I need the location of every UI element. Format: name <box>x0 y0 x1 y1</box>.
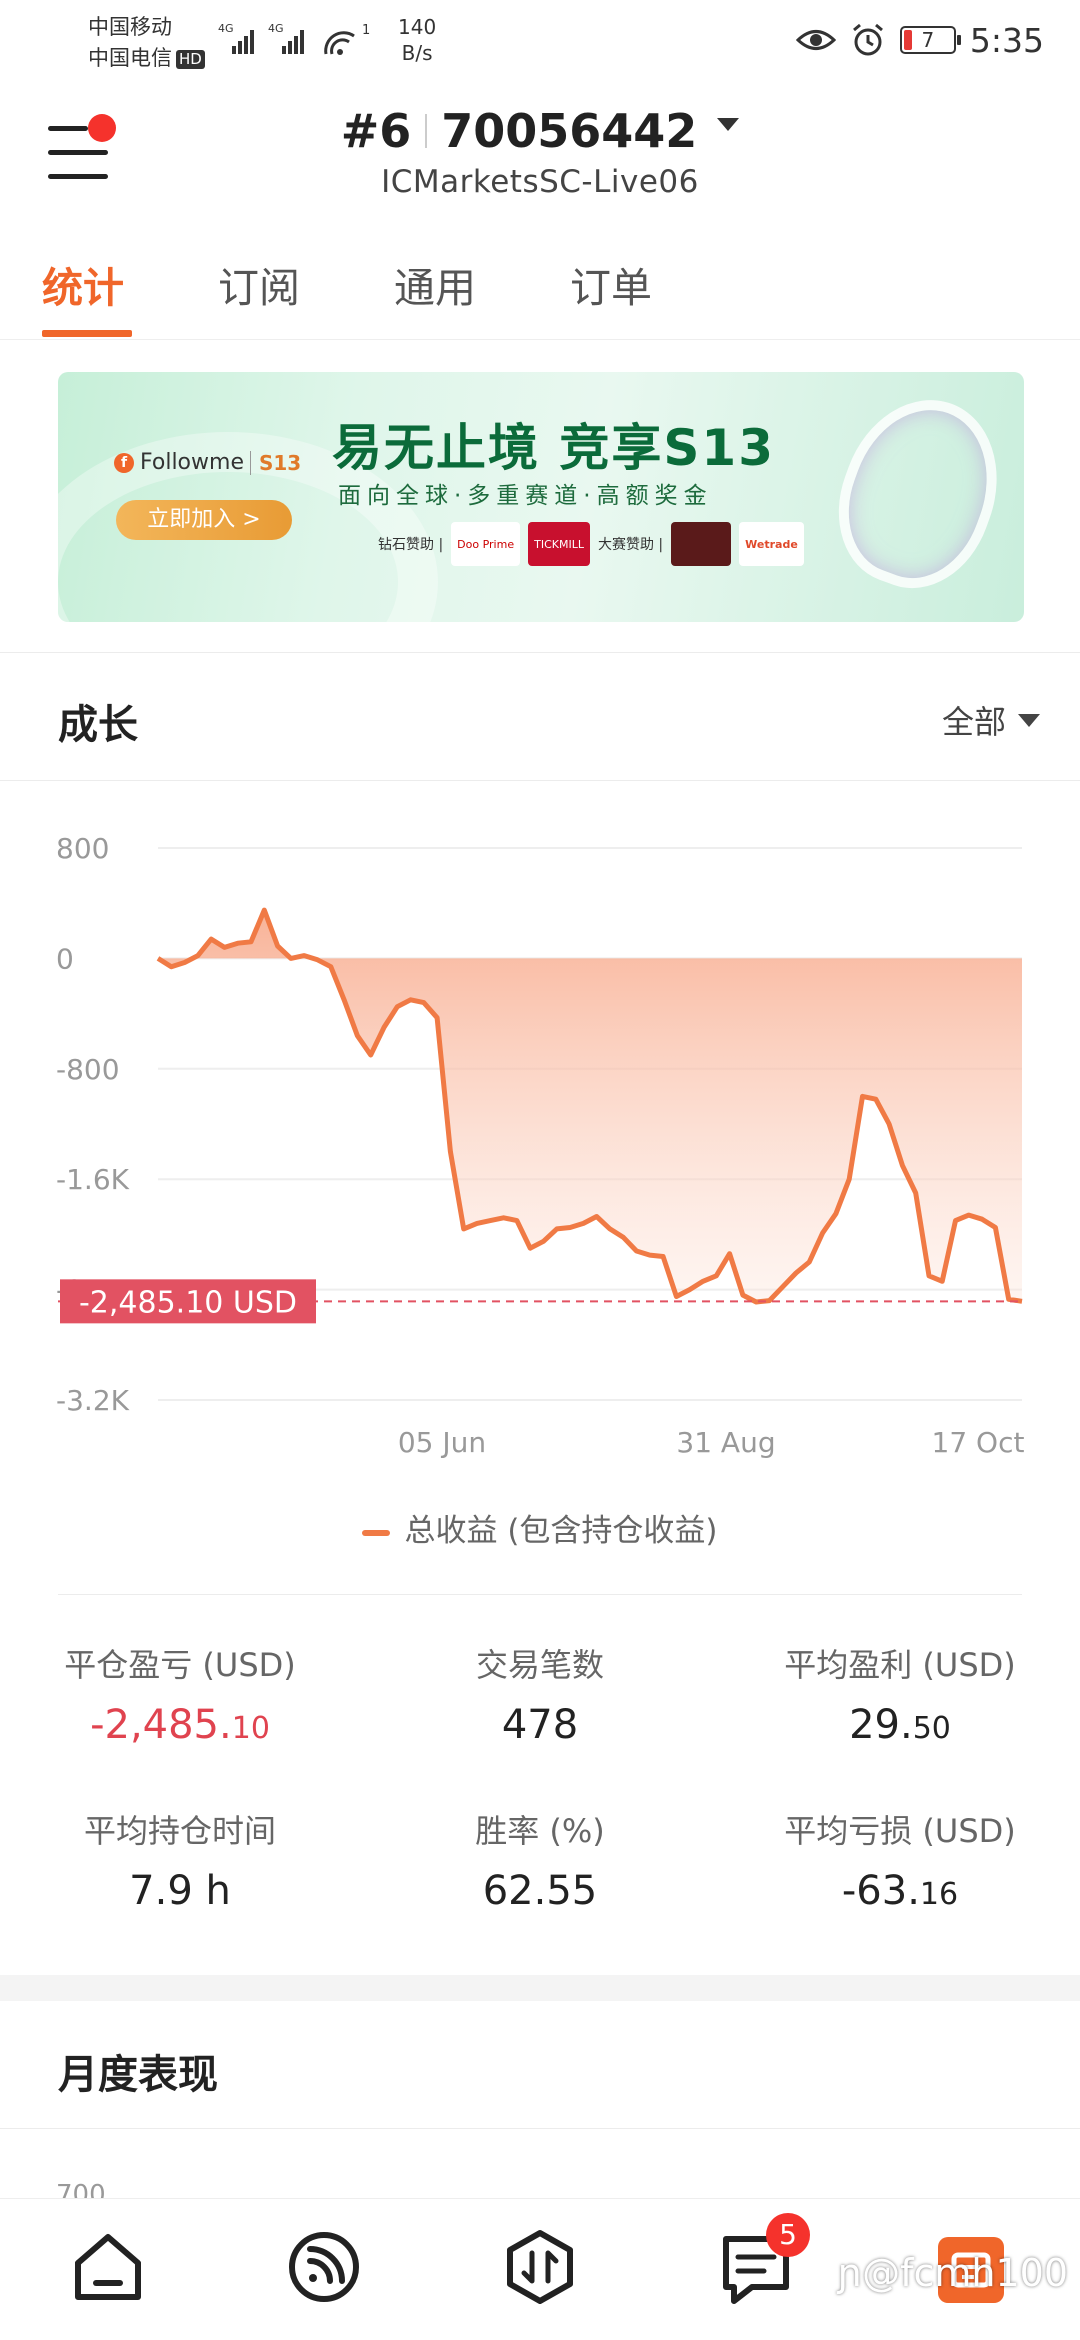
hotspot-count: 1 <box>362 23 370 38</box>
nav-feed[interactable] <box>284 2227 364 2307</box>
watermark: ɲ@fcmh100 <box>837 2251 1068 2295</box>
stat-trade-count: 交易笔数 478 <box>475 1646 604 1748</box>
chart-legend: 总收益 (包含持仓收益) <box>0 1505 1080 1550</box>
app-header: #6 70056442 ICMarketsSC-Live06 <box>0 86 1080 216</box>
account-selector[interactable]: #6 70056442 ICMarketsSC-Live06 <box>0 104 1080 200</box>
sponsor-logo-1: Doo Prime <box>451 522 521 566</box>
carrier-2: 中国电信 <box>88 46 172 70</box>
growth-chart: 8000-800-1.6K-2.4K-3.2K-2,485.10 USD05 J… <box>0 800 1080 1480</box>
clock: 5:35 <box>969 20 1044 60</box>
ring-graphic <box>816 378 1022 608</box>
x-tick-label: 31 Aug <box>676 1426 775 1459</box>
stats-grid: 平仓盈亏 (USD) -2,485.10 交易笔数 478 平均盈利 (USD)… <box>0 1640 1080 1970</box>
sponsor-logo-4: Wetrade <box>739 522 804 566</box>
stat-avg-profit: 平均盈利 (USD) 29.50 <box>784 1646 1016 1748</box>
growth-chart-svg: 8000-800-1.6K-2.4K-3.2K-2,485.10 USD05 J… <box>56 832 1025 1459</box>
speed-value: 140 <box>398 15 437 39</box>
current-value-label: -2,485.10 USD <box>79 1285 297 1320</box>
account-server: ICMarketsSC-Live06 <box>381 164 699 200</box>
banner-headline: 易无止境 竞享S13 <box>332 419 775 477</box>
stat-win-rate: 胜率 (%) 62.55 <box>475 1812 605 1914</box>
y-tick-label: -3.2K <box>56 1384 130 1417</box>
home-icon <box>75 2234 141 2300</box>
nav-trade[interactable] <box>500 2227 580 2307</box>
x-tick-label: 17 Oct <box>932 1426 1025 1459</box>
account-rank: #6 <box>340 104 412 158</box>
account-number: 70056442 <box>441 104 698 158</box>
monthly-title: 月度表现 <box>58 2052 218 2098</box>
chevron-down-icon <box>1018 713 1040 727</box>
chevron-down-icon <box>717 117 740 131</box>
tab-bar: 统计 订阅 通用 订单 <box>0 240 1080 340</box>
sponsor-row: 钻石赞助 | Doo Prime TICKMILL 大赛赞助 | Wetrade <box>378 522 804 566</box>
carrier-info: 中国移动 中国电信 HD <box>88 12 205 74</box>
sponsor-logo-3 <box>671 522 732 566</box>
section-gap <box>0 1975 1080 2001</box>
y-tick-label: -800 <box>56 1053 120 1086</box>
tab-stats[interactable]: 统计 <box>42 254 124 314</box>
stat-closed-pnl: 平仓盈亏 (USD) -2,485.10 <box>64 1646 296 1748</box>
bottom-nav: 5 ɲ@fcmh100 <box>0 2198 1080 2340</box>
growth-title: 成长 <box>58 702 138 748</box>
net-label-1: 4G <box>218 22 234 35</box>
series-area <box>158 910 1022 1302</box>
signal-icons: 4G 4G 1 <box>218 22 370 55</box>
tab-indicator <box>42 330 132 337</box>
stat-avg-loss: 平均亏损 (USD) -63.16 <box>784 1812 1016 1914</box>
sponsor-logo-2: TICKMILL <box>528 522 590 566</box>
legend-swatch <box>362 1529 391 1536</box>
trade-icon <box>507 2230 573 2304</box>
carrier-1: 中国移动 <box>88 15 172 39</box>
nav-messages[interactable]: 5 <box>716 2213 810 2307</box>
banner-subline: 面向全球·多重赛道·高额奖金 <box>338 483 713 509</box>
nav-home[interactable] <box>68 2227 148 2307</box>
y-tick-label: 800 <box>56 832 109 865</box>
legend-label: 总收益 (包含持仓收益) <box>404 1513 718 1549</box>
stat-avg-hold-time: 平均持仓时间 7.9 h <box>83 1812 276 1914</box>
join-button[interactable]: 立即加入 > <box>116 500 292 540</box>
followme-logo: f Followme S13 <box>114 450 301 475</box>
messages-badge: 5 <box>766 2213 810 2257</box>
speed-unit: B/s <box>401 41 433 65</box>
tab-subscribe[interactable]: 订阅 <box>218 254 300 314</box>
net-speed: 140 B/s <box>398 14 436 66</box>
hd-badge: HD <box>176 49 205 69</box>
promo-banner[interactable]: f Followme S13 立即加入 > 易无止境 竞享S13 面向全球·多重… <box>58 372 1024 622</box>
y-tick-label: -1.6K <box>56 1163 130 1196</box>
feed-icon <box>289 2232 359 2302</box>
status-bar: 中国移动 中国电信 HD 4G 4G 1 140 B/s 7 5:35 <box>0 0 1080 80</box>
eye-icon <box>795 30 836 50</box>
battery-icon: 7 <box>899 26 961 54</box>
y-tick-label: 0 <box>56 942 74 975</box>
net-label-2: 4G <box>268 22 284 35</box>
x-tick-label: 05 Jun <box>398 1426 486 1459</box>
tab-orders[interactable]: 订单 <box>570 254 652 314</box>
range-filter[interactable]: 全部 <box>942 697 1040 743</box>
alarm-icon <box>852 23 883 56</box>
tab-general[interactable]: 通用 <box>394 254 476 314</box>
